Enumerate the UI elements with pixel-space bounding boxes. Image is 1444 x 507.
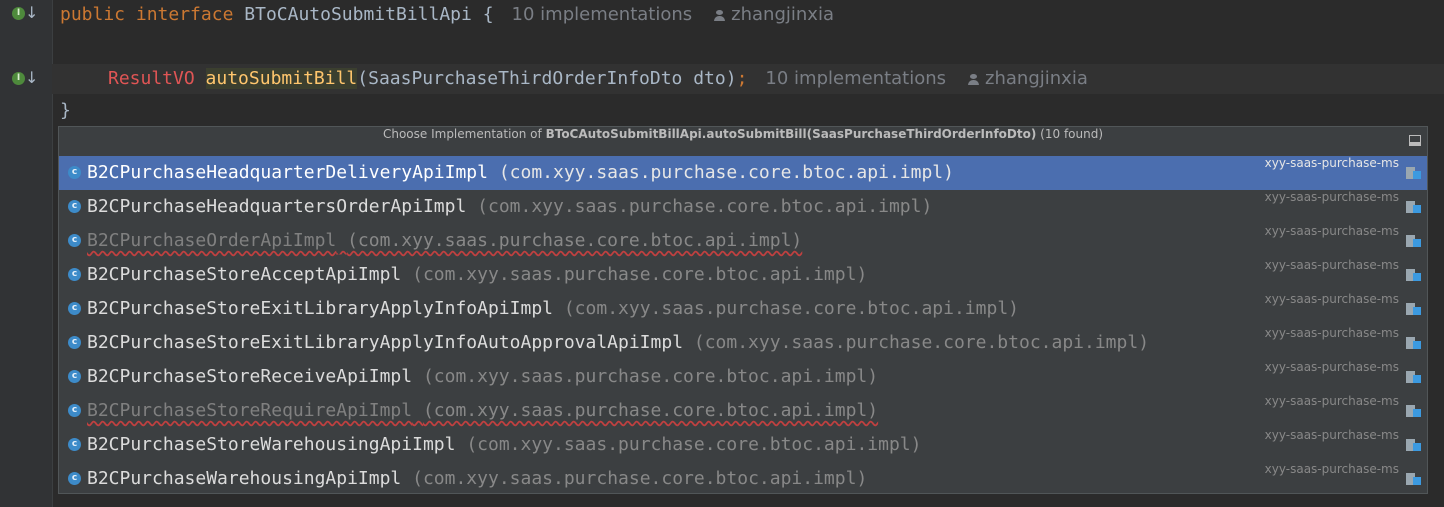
open-brace: { xyxy=(482,4,494,25)
implementation-item[interactable]: c B2CPurchaseHeadquarterDeliveryApiImpl (… xyxy=(59,156,1427,190)
implementation-item[interactable]: c B2CPurchaseOrderApiImpl (com.xyy.saas.p… xyxy=(59,224,1427,258)
person-icon xyxy=(968,74,980,85)
module-name: xyy-saas-purchase-ms xyxy=(1264,190,1399,204)
implementation-item[interactable]: c B2CPurchaseStoreExitLibraryApplyInfoApi… xyxy=(59,292,1427,326)
code-line-close[interactable]: } xyxy=(52,96,1444,126)
module-name: xyy-saas-purchase-ms xyxy=(1264,428,1399,442)
keyword-public: public xyxy=(60,4,126,25)
popup-title: Choose Implementation of BToCAutoSubmitB… xyxy=(59,127,1427,156)
return-type[interactable]: ResultVO xyxy=(108,68,195,89)
module-name: xyy-saas-purchase-ms xyxy=(1264,156,1399,170)
module-name: xyy-saas-purchase-ms xyxy=(1264,224,1399,238)
class-icon: c xyxy=(68,234,81,247)
module-icon xyxy=(1406,336,1421,349)
method-params: (SaasPurchaseThirdOrderInfoDto dto) xyxy=(357,68,737,89)
implemented-method-icon[interactable]: I ↓ xyxy=(12,68,38,88)
implementations-hint[interactable]: 10 implementations zhangjinxia xyxy=(512,4,834,25)
keyword-interface: interface xyxy=(135,4,234,25)
module-name: xyy-saas-purchase-ms xyxy=(1264,326,1399,340)
pin-window-icon[interactable] xyxy=(1409,135,1421,146)
method-name[interactable]: autoSubmitBill xyxy=(205,68,358,89)
class-icon: c xyxy=(68,370,81,383)
module-icon xyxy=(1406,472,1421,485)
code-line-empty[interactable] xyxy=(52,32,1444,62)
implementation-item[interactable]: c B2CPurchaseStoreWarehousingApiImpl (com… xyxy=(59,428,1427,462)
implementation-item[interactable]: c B2CPurchaseStoreExitLibraryApplyInfoAut… xyxy=(59,326,1427,360)
package-name: (com.xyy.saas.purchase.core.btoc.api.imp… xyxy=(498,162,954,183)
module-icon xyxy=(1406,234,1421,247)
package-name: (com.xyy.saas.purchase.core.btoc.api.imp… xyxy=(477,196,933,217)
class-icon: c xyxy=(68,166,81,179)
class-icon: c xyxy=(68,268,81,281)
package-name: (com.xyy.saas.purchase.core.btoc.api.imp… xyxy=(563,298,1019,319)
module-name: xyy-saas-purchase-ms xyxy=(1264,394,1399,408)
close-brace: } xyxy=(60,100,71,121)
method-author-hint: zhangjinxia xyxy=(985,68,1088,89)
module-name: xyy-saas-purchase-ms xyxy=(1264,258,1399,272)
package-name: (com.xyy.saas.purchase.core.btoc.api.imp… xyxy=(422,400,879,421)
class-name: B2CPurchaseHeadquartersOrderApiImpl xyxy=(87,196,467,217)
module-name: xyy-saas-purchase-ms xyxy=(1264,292,1399,306)
author-hint: zhangjinxia xyxy=(731,4,834,25)
implementation-item[interactable]: c B2CPurchaseHeadquartersOrderApiImpl (co… xyxy=(59,190,1427,224)
editor-gutter: I ↓ I ↓ xyxy=(0,0,53,507)
class-name: B2CPurchaseStoreRequireApiImpl xyxy=(87,400,413,421)
implementation-item[interactable]: c B2CPurchaseStoreReceiveApiImpl (com.xyy… xyxy=(59,360,1427,394)
module-icon xyxy=(1406,404,1421,417)
semicolon: ; xyxy=(736,68,748,89)
class-name: B2CPurchaseOrderApiImpl xyxy=(87,230,337,251)
package-name: (com.xyy.saas.purchase.core.btoc.api.imp… xyxy=(422,366,879,387)
module-icon xyxy=(1406,438,1421,451)
package-name: (com.xyy.saas.purchase.core.btoc.api.imp… xyxy=(347,230,803,251)
package-name: (com.xyy.saas.purchase.core.btoc.api.imp… xyxy=(412,264,868,285)
class-icon: c xyxy=(68,438,81,451)
class-icon: c xyxy=(68,472,81,485)
implementation-item[interactable]: c B2CPurchaseStoreAcceptApiImpl (com.xyy.… xyxy=(59,258,1427,292)
module-name: xyy-saas-purchase-ms xyxy=(1264,462,1399,476)
class-icon: c xyxy=(68,336,81,349)
class-name: B2CPurchaseWarehousingApiImpl xyxy=(87,468,402,489)
package-name: (com.xyy.saas.purchase.core.btoc.api.imp… xyxy=(466,434,922,455)
interface-name[interactable]: BToCAutoSubmitBillApi xyxy=(244,4,472,25)
module-icon xyxy=(1406,268,1421,281)
class-icon: c xyxy=(68,200,81,213)
package-name: (com.xyy.saas.purchase.core.btoc.api.imp… xyxy=(693,332,1150,353)
module-name: xyy-saas-purchase-ms xyxy=(1264,360,1399,374)
class-icon: c xyxy=(68,404,81,417)
module-icon xyxy=(1406,166,1421,179)
module-icon xyxy=(1406,302,1421,315)
class-icon: c xyxy=(68,302,81,315)
class-name: B2CPurchaseStoreExitLibraryApplyInfoApiI… xyxy=(87,298,553,319)
method-implementations-hint[interactable]: 10 implementations zhangjinxia xyxy=(765,68,1087,89)
implementation-item[interactable]: c B2CPurchaseStoreRequireApiImpl (com.xyy… xyxy=(59,394,1427,428)
module-icon xyxy=(1406,370,1421,383)
code-line-method-declaration[interactable]: ResultVO autoSubmitBill(SaasPurchaseThir… xyxy=(52,64,1444,94)
choose-implementation-popup: Choose Implementation of BToCAutoSubmitB… xyxy=(58,126,1428,494)
class-name: B2CPurchaseStoreAcceptApiImpl xyxy=(87,264,402,285)
popup-title-target: BToCAutoSubmitBillApi.autoSubmitBill(Saa… xyxy=(545,127,1037,141)
class-name: B2CPurchaseHeadquarterDeliveryApiImpl xyxy=(87,162,488,183)
class-name: B2CPurchaseStoreReceiveApiImpl xyxy=(87,366,413,387)
package-name: (com.xyy.saas.purchase.core.btoc.api.imp… xyxy=(412,468,868,489)
module-icon xyxy=(1406,200,1421,213)
implemented-interface-icon[interactable]: I ↓ xyxy=(12,3,38,23)
code-line-interface-declaration[interactable]: public interface BToCAutoSubmitBillApi {… xyxy=(52,0,1444,30)
class-name: B2CPurchaseStoreExitLibraryApplyInfoAuto… xyxy=(87,332,684,353)
implementation-item[interactable]: c B2CPurchaseWarehousingApiImpl (com.xyy.… xyxy=(59,462,1427,496)
person-icon xyxy=(714,10,726,21)
class-name: B2CPurchaseStoreWarehousingApiImpl xyxy=(87,434,456,455)
